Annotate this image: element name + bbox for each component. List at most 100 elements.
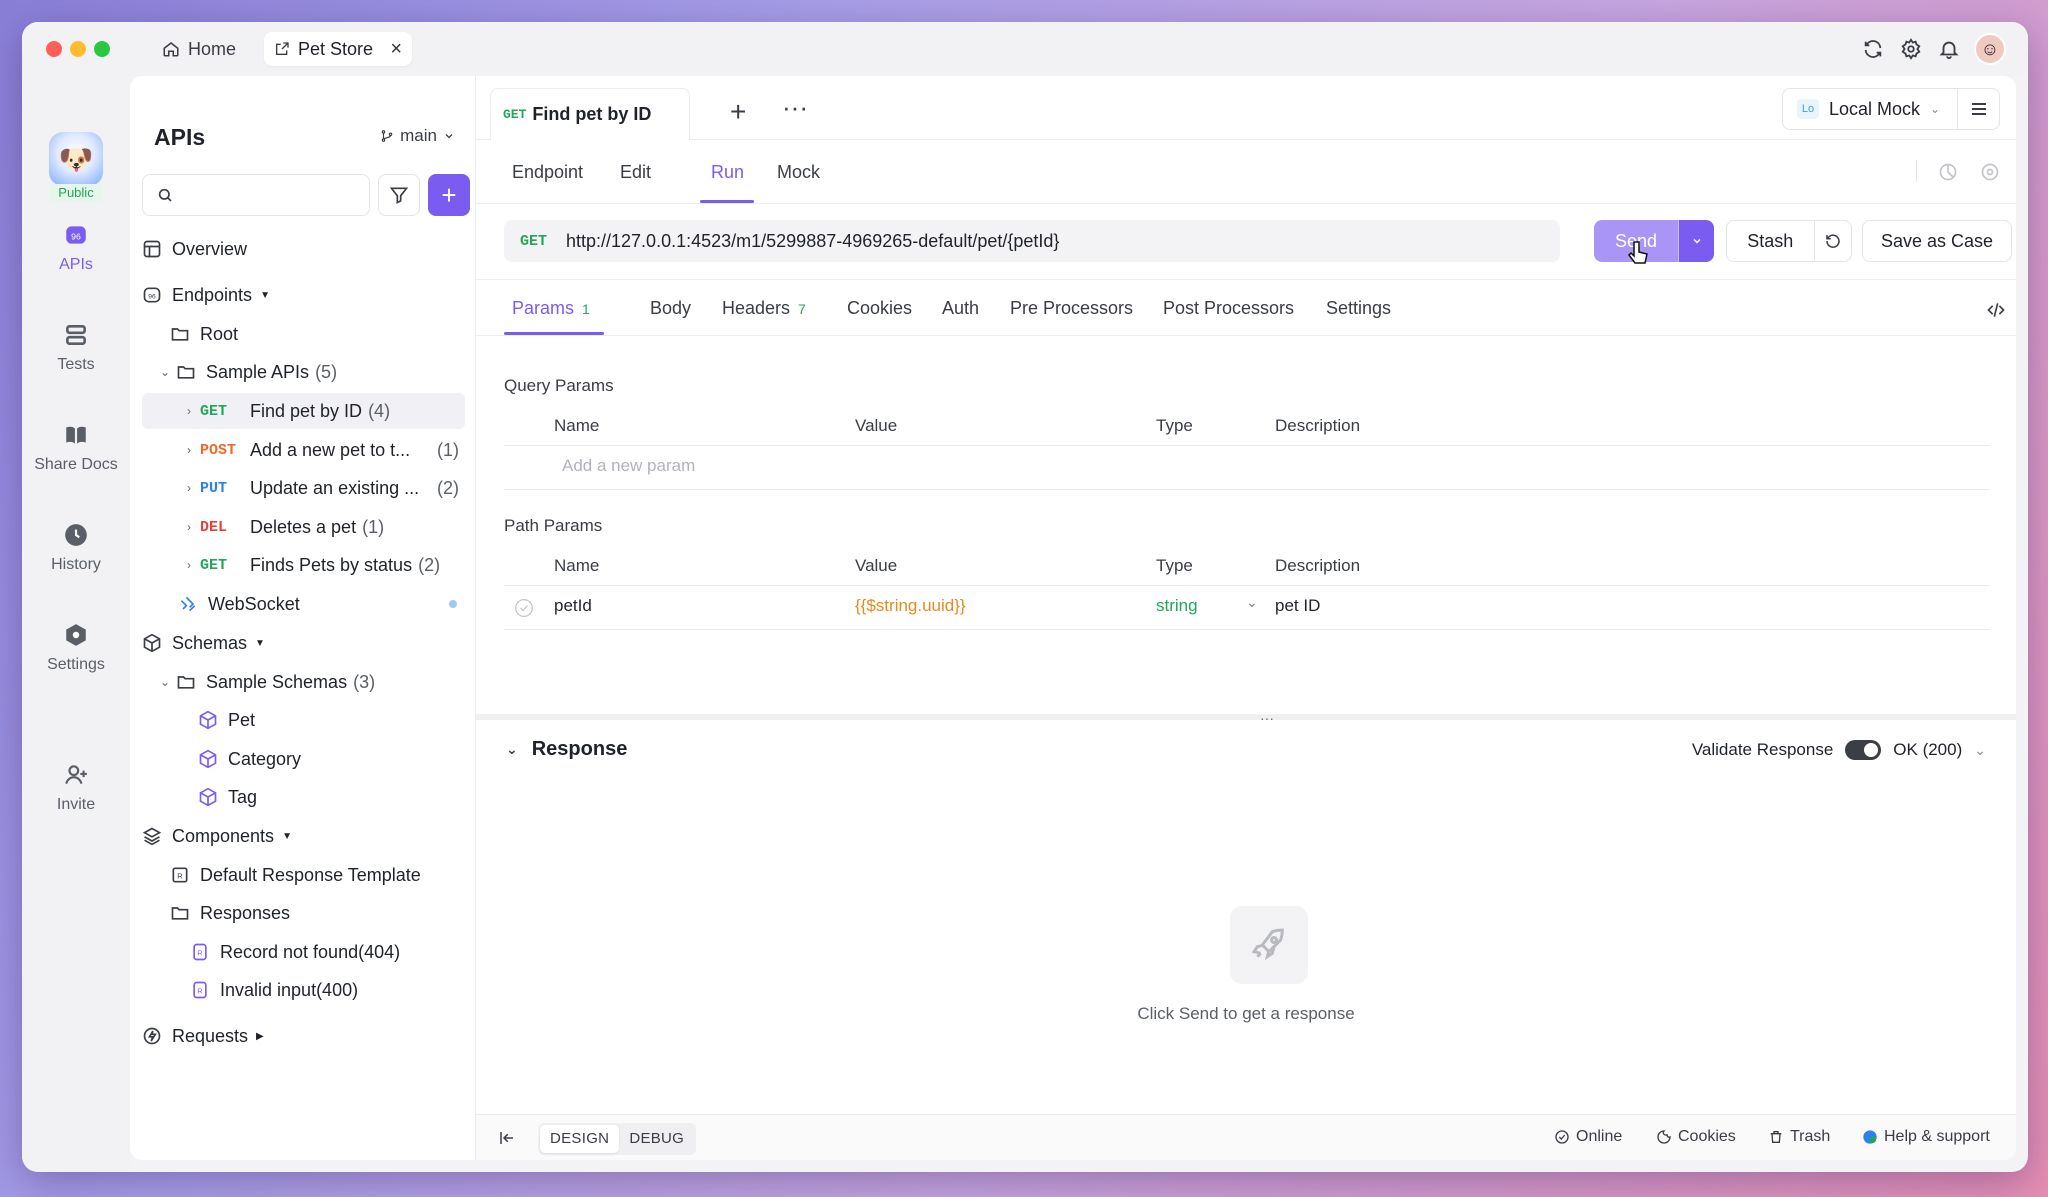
doc-tab-find-pet[interactable]: GET Find pet by ID	[490, 88, 690, 140]
collapse-sidebar-icon[interactable]	[498, 1129, 516, 1147]
maximize-window-button[interactable]	[94, 41, 110, 57]
tab-endpoint[interactable]: Endpoint	[512, 162, 583, 183]
param-description[interactable]: pet ID	[1275, 596, 1320, 616]
tab-cookies[interactable]: Cookies	[847, 298, 912, 319]
tab-post-processors[interactable]: Post Processors	[1163, 298, 1294, 319]
tab-params[interactable]: Params 1	[512, 298, 590, 319]
schema-item-tag[interactable]: Tag	[142, 779, 465, 815]
code-icon[interactable]	[1986, 300, 2006, 320]
tab-pet-store[interactable]: Pet Store ×	[264, 32, 412, 66]
response-header[interactable]: ⌄ Response	[506, 738, 627, 761]
public-badge: Public	[49, 184, 103, 202]
target-icon[interactable]	[1980, 162, 2000, 182]
api-item-add-pet[interactable]: › POST Add a new pet to t... (1)	[142, 432, 465, 468]
tab-edit[interactable]: Edit	[620, 162, 651, 183]
chevron-down-icon[interactable]: ⌄	[1974, 742, 1986, 759]
save-as-case-button[interactable]: Save as Case	[1862, 220, 2012, 262]
tree-item-root[interactable]: Root	[142, 316, 465, 352]
debug-mode-button[interactable]: DEBUG	[619, 1125, 694, 1153]
tree-item-requests[interactable]: Requests ▶	[142, 1018, 465, 1054]
avatar[interactable]: ☺	[1974, 33, 2006, 65]
sync-icon[interactable]	[1862, 38, 1884, 60]
param-type[interactable]: string	[1156, 596, 1198, 616]
design-mode-button[interactable]: DESIGN	[540, 1125, 620, 1153]
tree-item-sample-apis[interactable]: ⌄ Sample APIs (5)	[142, 354, 465, 390]
param-name[interactable]: petId	[554, 596, 592, 616]
tree-item-overview[interactable]: Overview	[142, 231, 465, 267]
api-item-delete-pet[interactable]: › DEL Deletes a pet (1)	[142, 509, 465, 545]
tree-item-default-response[interactable]: R Default Response Template	[142, 857, 465, 893]
trash-button[interactable]: Trash	[1768, 1128, 1830, 1146]
branch-selector[interactable]: main	[380, 126, 455, 146]
column-header: Value	[855, 556, 898, 575]
tab-settings[interactable]: Settings	[1326, 298, 1391, 319]
tree-item-sample-schemas[interactable]: ⌄ Sample Schemas (3)	[142, 664, 465, 700]
environment-selector[interactable]: Lo Local Mock ⌄	[1782, 88, 2000, 130]
rail-item-settings[interactable]: Settings	[22, 622, 130, 674]
response-item-400[interactable]: R Invalid input(400)	[142, 972, 465, 1008]
gear-icon[interactable]	[1900, 38, 1922, 60]
minimize-window-button[interactable]	[70, 41, 86, 57]
tree-label: Overview	[172, 238, 248, 259]
clean-icon[interactable]	[1938, 162, 1958, 182]
tab-pre-processors[interactable]: Pre Processors	[1010, 298, 1133, 319]
api-item-find-pet[interactable]: › GET Find pet by ID (4)	[142, 393, 465, 429]
more-tabs-button[interactable]: ···	[782, 92, 808, 123]
tree-item-websocket[interactable]: WebSocket	[142, 586, 465, 622]
chevron-down-icon[interactable]: ⌄	[1246, 594, 1258, 611]
close-tab-icon[interactable]: ×	[390, 38, 402, 61]
rail-item-tests[interactable]: Tests	[22, 322, 130, 374]
stash-button[interactable]: Stash	[1727, 231, 1814, 252]
tab-headers[interactable]: Headers 7	[722, 298, 806, 319]
new-tab-button[interactable]: +	[730, 96, 746, 128]
tab-body[interactable]: Body	[650, 298, 691, 319]
reset-button[interactable]	[1813, 221, 1851, 261]
close-window-button[interactable]	[46, 41, 62, 57]
request-bar: GET http://127.0.0.1:4523/m1/5299887-496…	[476, 204, 2016, 280]
online-status[interactable]: Online	[1554, 1128, 1622, 1146]
status-selector[interactable]: OK (200)	[1893, 740, 1962, 760]
validate-toggle[interactable]	[1845, 740, 1882, 760]
chevron-down-icon: ⌄	[506, 741, 518, 757]
tree-item-endpoints[interactable]: 96 Endpoints ▼	[142, 277, 465, 313]
rail-item-apis[interactable]: 96 APIs	[22, 222, 130, 274]
bell-icon[interactable]	[1938, 38, 1960, 60]
chevron-down-icon: ⌄	[1930, 102, 1941, 116]
title-bar: Home Pet Store × ☺	[22, 22, 2028, 76]
param-value[interactable]: {{$string.uuid}}	[855, 596, 966, 616]
chevron-down-icon	[1692, 238, 1701, 244]
schema-item-pet[interactable]: Pet	[142, 702, 465, 738]
rail-item-share-docs[interactable]: Share Docs	[22, 422, 130, 474]
resize-handle[interactable]: ···	[1260, 710, 1274, 726]
rail-item-invite[interactable]: Invite	[22, 762, 130, 814]
api-count: (2)	[418, 554, 441, 575]
api-item-update-pet[interactable]: › PUT Update an existing ... (2)	[142, 470, 465, 506]
rail-item-history[interactable]: History	[22, 522, 130, 574]
send-options-button[interactable]	[1678, 220, 1714, 262]
method-selector[interactable]: GET	[520, 233, 566, 250]
caret-down-icon: ▼	[260, 289, 270, 301]
add-api-button[interactable]: +	[428, 174, 470, 216]
tab-home[interactable]: Home	[162, 32, 236, 66]
tree-item-responses[interactable]: Responses	[142, 895, 465, 931]
tree-label: Category	[228, 748, 302, 769]
help-support-button[interactable]: Help & support	[1862, 1128, 1990, 1146]
tests-icon	[66, 325, 86, 345]
api-item-find-by-status[interactable]: › GET Finds Pets by status (2)	[142, 547, 465, 583]
menu-button[interactable]	[1957, 89, 1999, 129]
tree-item-schemas[interactable]: Schemas ▼	[142, 625, 465, 661]
tab-mock[interactable]: Mock	[777, 162, 820, 183]
row-enabled-checkbox[interactable]	[514, 598, 534, 623]
add-param-row[interactable]: Add a new param	[504, 446, 1990, 490]
cookies-button[interactable]: Cookies	[1656, 1128, 1736, 1146]
search-input[interactable]	[142, 174, 370, 216]
tab-run[interactable]: Run	[711, 162, 744, 183]
schema-item-category[interactable]: Category	[142, 741, 465, 777]
active-tab-indicator	[504, 332, 604, 335]
project-logo[interactable]: 🐶	[49, 132, 103, 186]
tree-item-components[interactable]: Components ▼	[142, 818, 465, 854]
url-input[interactable]: GET http://127.0.0.1:4523/m1/5299887-496…	[504, 220, 1560, 262]
filter-button[interactable]	[378, 174, 420, 216]
tab-auth[interactable]: Auth	[942, 298, 979, 319]
response-item-404[interactable]: R Record not found(404)	[142, 934, 465, 970]
